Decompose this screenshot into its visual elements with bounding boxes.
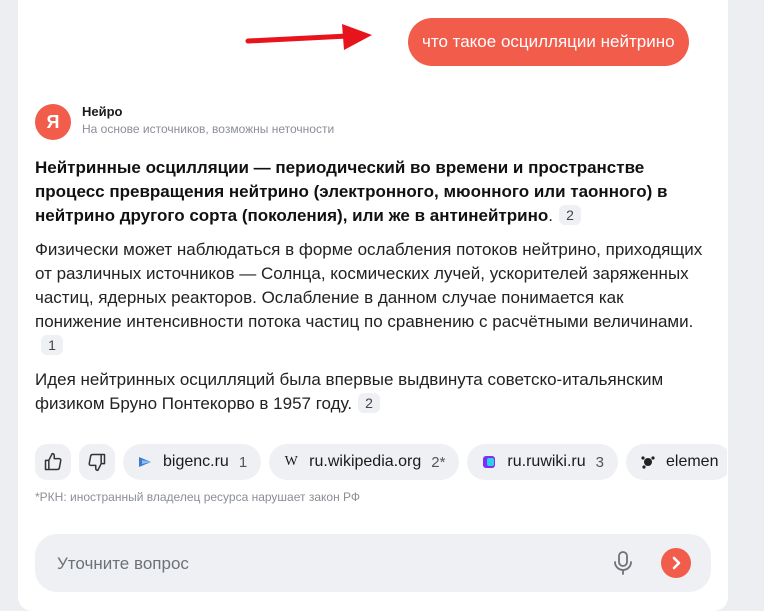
source-chip-wikipedia[interactable]: W ru.wikipedia.org 2* — [269, 444, 460, 480]
user-query-bubble: что такое осцилляции нейтрино — [408, 18, 689, 66]
send-button[interactable] — [661, 548, 691, 578]
assistant-name: Нейро — [82, 104, 123, 119]
source-chip-bigenc[interactable]: bigenc.ru 1 — [123, 444, 262, 480]
answer-paragraph-1: Нейтринные осцилляции — периодический во… — [35, 156, 711, 228]
thumbs-up-icon — [44, 452, 62, 471]
source-ref-badge[interactable]: 2 — [558, 205, 581, 225]
user-query-text: что такое осцилляции нейтрино — [422, 32, 675, 51]
answer-paragraph-3: Идея нейтринных осцилляций была впервые … — [35, 368, 711, 416]
source-ref-badge[interactable]: 1 — [41, 335, 63, 355]
neuro-avatar: Я — [35, 104, 71, 140]
rkn-footnote: *РКН: иностранный владелец ресурса наруш… — [35, 490, 361, 504]
microphone-icon — [614, 551, 632, 575]
chevron-right-icon — [672, 556, 681, 570]
avatar-letter: Я — [46, 111, 60, 132]
source-count: 1 — [238, 453, 248, 471]
page-background-strip — [746, 0, 764, 611]
followup-input[interactable] — [55, 534, 579, 594]
chat-panel: что такое осцилляции нейтрино Я Нейро На… — [18, 0, 728, 611]
answer-text: Идея нейтринных осцилляций была впервые … — [35, 370, 664, 413]
followup-box — [35, 534, 711, 594]
answer-text: Физически может наблюдаться в форме осла… — [35, 240, 703, 331]
source-site: ru.wikipedia.org — [309, 453, 422, 470]
source-site: ru.ruwiki.ru — [507, 453, 586, 470]
answer-actions-row: bigenc.ru 1 W ru.wikipedia.org 2* ru.ruw… — [35, 442, 727, 482]
ruwiki-icon — [483, 456, 496, 468]
source-count: 3 — [595, 453, 604, 471]
source-chip-ruwiki[interactable]: ru.ruwiki.ru 3 — [467, 444, 618, 480]
thumbs-down-icon — [88, 453, 106, 472]
source-site: bigenc.ru — [163, 453, 229, 470]
source-site: elemen — [666, 453, 719, 470]
answer-period: . — [548, 206, 553, 225]
red-arrow-annotation — [245, 24, 372, 50]
answer-paragraph-2: Физически может наблюдаться в форме осла… — [35, 238, 711, 358]
bigenc-icon — [139, 457, 151, 467]
source-chip-elements[interactable]: elemen — [626, 444, 727, 480]
wikipedia-icon: W — [284, 454, 298, 469]
answer-body: Нейтринные осцилляции — периодический во… — [35, 156, 711, 426]
like-button[interactable] — [35, 444, 71, 480]
elements-icon — [641, 456, 655, 469]
source-count: 2* — [431, 453, 446, 471]
source-ref-badge[interactable]: 2 — [358, 393, 381, 413]
dislike-button[interactable] — [79, 444, 115, 480]
voice-input-button[interactable] — [609, 549, 637, 577]
assistant-subtitle: На основе источников, возможны неточност… — [82, 122, 335, 136]
